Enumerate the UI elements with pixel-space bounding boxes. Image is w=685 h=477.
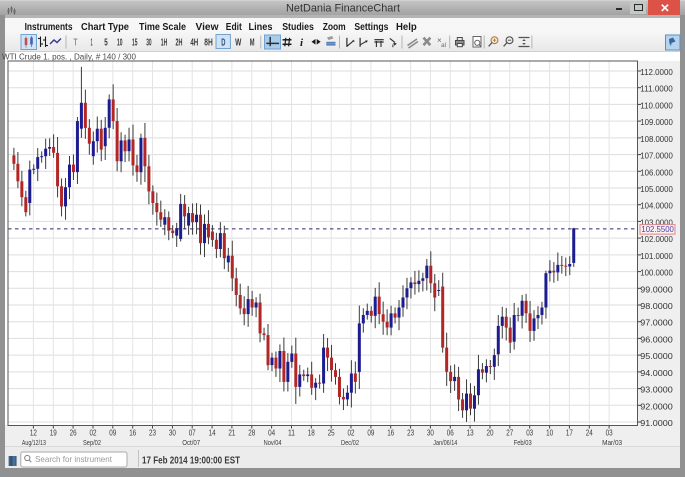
svg-text:Time Scale: Time Scale	[139, 22, 186, 33]
svg-text:04: 04	[268, 429, 275, 438]
svg-text:09: 09	[109, 429, 116, 438]
svg-text:92.0000: 92.0000	[640, 401, 673, 411]
svg-text:27: 27	[506, 429, 513, 438]
svg-text:99.0000: 99.0000	[640, 284, 673, 294]
svg-text:30: 30	[146, 38, 152, 49]
svg-text:105.0000: 105.0000	[640, 184, 673, 194]
svg-text:13: 13	[467, 429, 474, 438]
svg-text:102.5500: 102.5500	[641, 224, 674, 234]
svg-text:94.0000: 94.0000	[640, 368, 673, 378]
svg-text:30: 30	[169, 429, 176, 438]
svg-text:5: 5	[104, 38, 108, 49]
svg-text:Lines: Lines	[249, 22, 273, 33]
svg-text:Studies: Studies	[282, 22, 314, 33]
svg-text:T: T	[74, 38, 78, 49]
svg-text:10: 10	[117, 38, 123, 49]
svg-text:8H: 8H	[204, 38, 213, 49]
svg-text:26: 26	[70, 429, 77, 438]
svg-text:View: View	[196, 22, 219, 33]
svg-text:91.0000: 91.0000	[640, 418, 673, 428]
svg-text:Instruments: Instruments	[25, 22, 73, 33]
svg-text:93.0000: 93.0000	[640, 385, 673, 395]
svg-text:110.0000: 110.0000	[640, 100, 673, 110]
svg-text:106.0000: 106.0000	[640, 167, 673, 177]
svg-text:09: 09	[367, 429, 374, 438]
svg-text:28: 28	[248, 429, 255, 438]
svg-text:104.0000: 104.0000	[640, 201, 673, 211]
svg-text:16: 16	[129, 429, 136, 438]
svg-text:W: W	[235, 38, 242, 49]
svg-text:95.0000: 95.0000	[640, 351, 673, 361]
svg-text:al: al	[441, 42, 447, 49]
svg-text:1H: 1H	[161, 38, 168, 49]
svg-text:1: 1	[91, 38, 93, 49]
svg-text:109.0000: 109.0000	[640, 117, 673, 127]
svg-text:Zoom: Zoom	[323, 22, 346, 33]
svg-text:06: 06	[447, 429, 454, 438]
svg-text:100.0000: 100.0000	[640, 268, 673, 278]
svg-text:21: 21	[228, 429, 235, 438]
svg-text:14: 14	[209, 429, 216, 438]
svg-text:Settings: Settings	[354, 22, 388, 33]
svg-text:Help: Help	[396, 22, 417, 33]
svg-text:Sep/02: Sep/02	[83, 438, 101, 447]
svg-text:19: 19	[50, 429, 57, 438]
svg-text:20: 20	[487, 429, 494, 438]
svg-text:107.0000: 107.0000	[640, 151, 673, 161]
svg-text:03: 03	[606, 429, 613, 438]
svg-text:02: 02	[90, 429, 97, 438]
svg-text:98.0000: 98.0000	[640, 301, 673, 311]
svg-text:18: 18	[308, 429, 315, 438]
svg-text:17 Feb 2014 19:00:00 EST: 17 Feb 2014 19:00:00 EST	[142, 455, 240, 466]
svg-text:25: 25	[328, 429, 335, 438]
svg-text:17: 17	[566, 429, 573, 438]
svg-text:97.0000: 97.0000	[640, 318, 673, 328]
svg-text:15: 15	[132, 38, 138, 49]
svg-text:108.0000: 108.0000	[640, 134, 673, 144]
svg-text:Jan/06/14: Jan/06/14	[433, 438, 457, 447]
svg-text:102.0000: 102.0000	[640, 234, 673, 244]
svg-text:Aug/12/13: Aug/12/13	[22, 438, 46, 447]
svg-text:112.0000: 112.0000	[640, 67, 673, 77]
svg-text:Oct/07: Oct/07	[182, 438, 200, 447]
svg-text:2H: 2H	[176, 38, 183, 49]
svg-text:10: 10	[546, 429, 553, 438]
svg-text:Chart Type: Chart Type	[81, 22, 129, 33]
svg-text:Mar/03: Mar/03	[602, 438, 622, 447]
svg-text:NetDania FinanceChart: NetDania FinanceChart	[286, 3, 400, 15]
svg-text:Search for instrument: Search for instrument	[35, 454, 113, 464]
svg-text:Feb/03: Feb/03	[514, 438, 532, 447]
svg-text:Dec/02: Dec/02	[341, 438, 359, 447]
svg-text:03: 03	[526, 429, 533, 438]
svg-text:Nov/04: Nov/04	[264, 438, 282, 447]
svg-text:16: 16	[387, 429, 394, 438]
svg-text:111.0000: 111.0000	[640, 84, 673, 94]
svg-text:101.0000: 101.0000	[640, 251, 673, 261]
svg-text:30: 30	[427, 429, 434, 438]
svg-text:11: 11	[288, 429, 295, 438]
svg-text:WTI Crude 1. pos. , Daily, # 1: WTI Crude 1. pos. , Daily, # 140 / 300	[2, 52, 137, 61]
svg-text:23: 23	[149, 429, 156, 438]
svg-text:4H: 4H	[190, 38, 198, 49]
svg-text:i: i	[300, 37, 304, 49]
svg-text:24: 24	[586, 429, 593, 438]
svg-text:23: 23	[407, 429, 414, 438]
svg-text:07: 07	[189, 429, 196, 438]
svg-text:M: M	[250, 38, 255, 49]
svg-text:Edit: Edit	[226, 22, 243, 33]
svg-text:02: 02	[348, 429, 355, 438]
svg-text:12: 12	[30, 429, 37, 438]
svg-text:D: D	[221, 38, 225, 49]
svg-text:96.0000: 96.0000	[640, 334, 673, 344]
